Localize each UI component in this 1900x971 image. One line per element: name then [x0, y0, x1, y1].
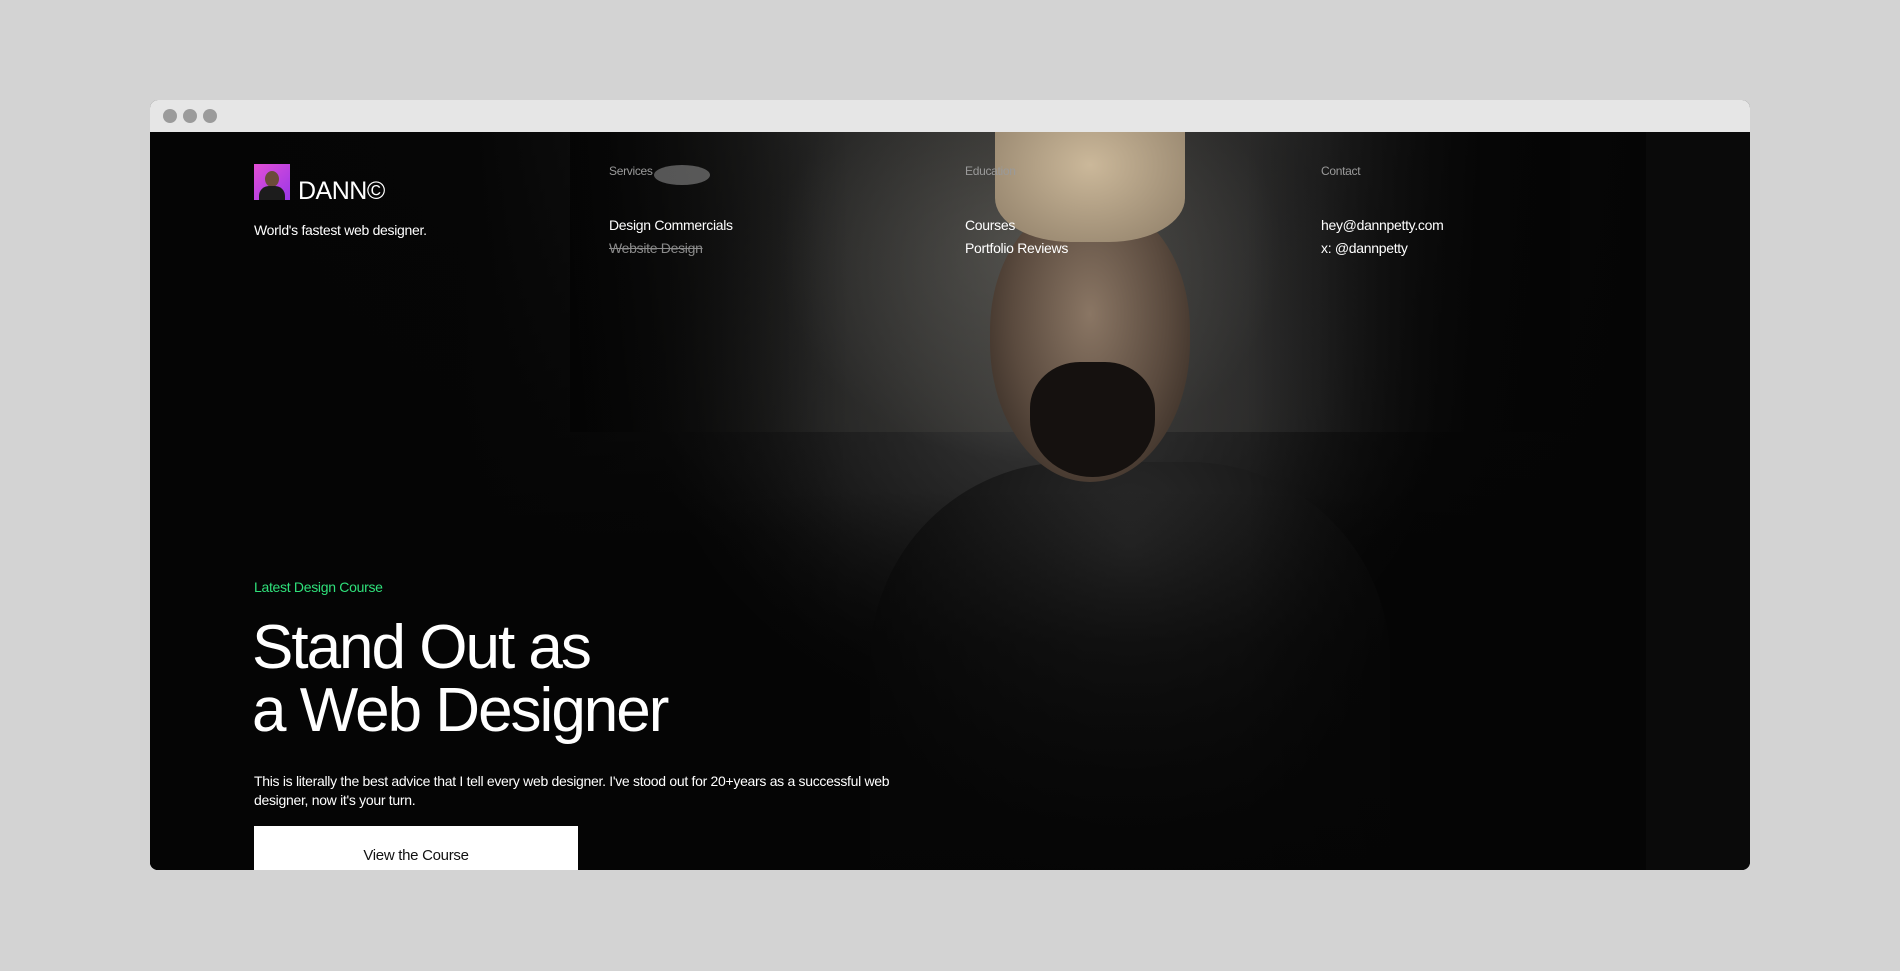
- nav-column-contact: Contact hey@dannpetty.com x: @dannpetty: [1321, 164, 1444, 260]
- brand-name: DANN©: [298, 177, 385, 205]
- nav-link-portfolio-reviews[interactable]: Portfolio Reviews: [965, 237, 1068, 260]
- hero-eyebrow: Latest Design Course: [254, 579, 383, 595]
- nav-column-education: Education Courses Portfolio Reviews: [965, 164, 1068, 260]
- hero-headline-line-1: Stand Out as: [252, 613, 592, 682]
- nav-column-services: Services Design Commercials Website Desi…: [609, 164, 733, 260]
- presenter-beard: [1030, 362, 1155, 477]
- nav-heading-services: Services: [609, 164, 733, 185]
- nav-heading-contact: Contact: [1321, 164, 1361, 178]
- avatar: [254, 164, 290, 200]
- nav-links-services: Design Commercials Website Design: [609, 214, 733, 260]
- hero-headline-line-2: a Web Designer: [252, 676, 669, 745]
- window-maximize-dot-icon[interactable]: [203, 109, 217, 123]
- window-minimize-dot-icon[interactable]: [183, 109, 197, 123]
- nav-links-education: Courses Portfolio Reviews: [965, 214, 1068, 260]
- browser-window: DANN© World's fastest web designer. Serv…: [150, 100, 1750, 870]
- nav-link-design-commercials[interactable]: Design Commercials: [609, 214, 733, 237]
- contact-x-link[interactable]: x: @dannpetty: [1321, 237, 1443, 260]
- nav-link-courses[interactable]: Courses: [965, 214, 1068, 237]
- hero-headline: Stand Out as a Web Designer: [252, 613, 669, 745]
- contact-email-link[interactable]: hey@dannpetty.com: [1321, 214, 1444, 237]
- brand-tagline: World's fastest web designer.: [254, 222, 427, 238]
- nav-links-contact: hey@dannpetty.com x: @dannpetty: [1321, 214, 1444, 260]
- avatar-body: [259, 186, 285, 200]
- browser-titlebar: [150, 100, 1750, 132]
- cursor-blob-icon: [654, 165, 710, 185]
- avatar-face: [265, 171, 279, 187]
- hero-description: This is literally the best advice that I…: [254, 773, 890, 808]
- nav-heading-services-label: Services: [609, 164, 653, 178]
- window-close-dot-icon[interactable]: [163, 109, 177, 123]
- page-viewport: DANN© World's fastest web designer. Serv…: [150, 132, 1750, 870]
- nav-heading-education: Education: [965, 164, 1016, 178]
- nav-link-website-design[interactable]: Website Design: [609, 237, 733, 260]
- view-course-button[interactable]: View the Course: [254, 826, 578, 870]
- hero-section: DANN© World's fastest web designer. Serv…: [150, 132, 1646, 870]
